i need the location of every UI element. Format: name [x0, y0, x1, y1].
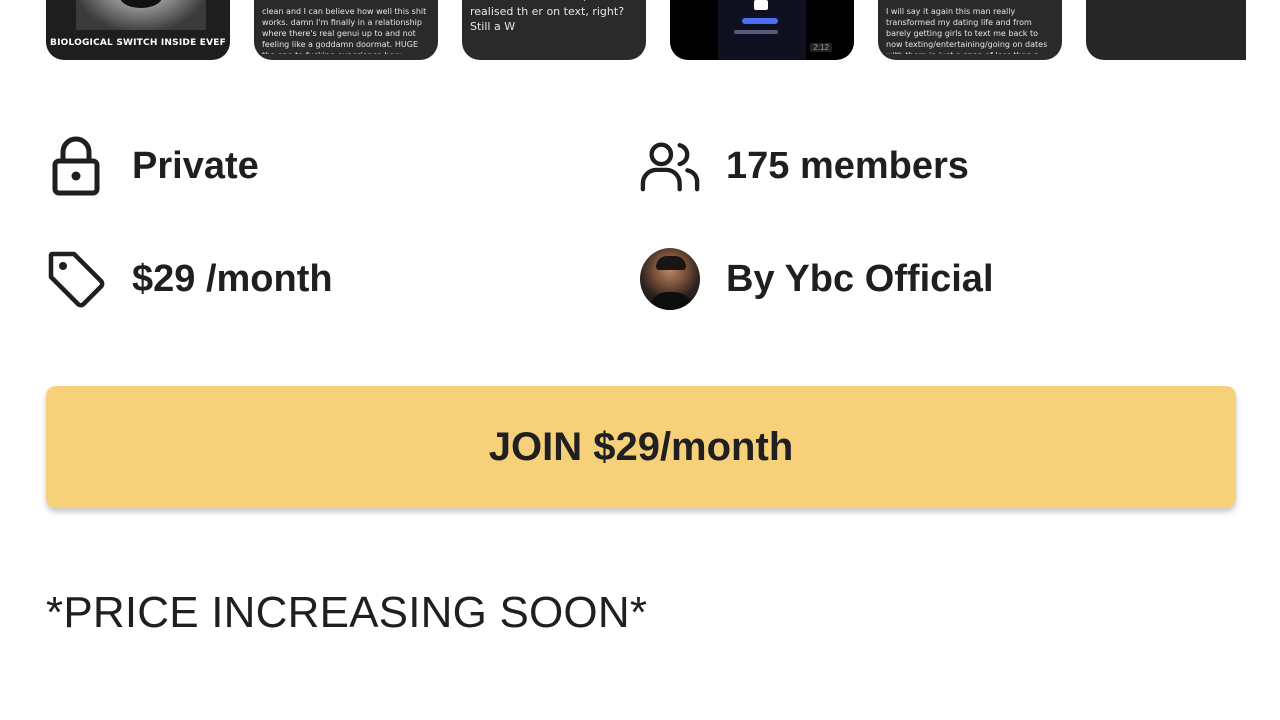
play-icon: [754, 0, 768, 10]
owner-info[interactable]: By Ybc Official: [640, 248, 994, 310]
thumbnail-text: n the interaction tho, I realised th er …: [470, 0, 625, 33]
owner-name[interactable]: By Ybc Official: [726, 258, 994, 301]
privacy-label: Private: [132, 144, 259, 187]
join-button[interactable]: JOIN $29/month: [46, 386, 1236, 508]
privacy-info: Private: [46, 135, 259, 197]
thumbnail-image: [76, 0, 206, 30]
chat-bubble-shape: [742, 18, 778, 24]
gallery-thumbnail-5[interactable]: I will say it again this man really tran…: [878, 0, 1062, 60]
tag-icon: [46, 248, 106, 310]
users-icon: [640, 135, 700, 197]
video-preview: [718, 0, 806, 60]
gallery-thumbnail-6[interactable]: [1086, 0, 1246, 60]
avatar-wrapper: [640, 248, 700, 310]
members-info: 175 members: [640, 135, 969, 197]
gallery-thumbnail-2[interactable]: clean and I can believe how well this sh…: [254, 0, 438, 60]
video-duration: 2:12: [810, 43, 832, 52]
gallery-thumbnail-3[interactable]: n the interaction tho, I realised th er …: [462, 0, 646, 60]
price-notice: *PRICE INCREASING SOON*: [46, 588, 648, 637]
lock-icon: [46, 135, 106, 197]
price-info: $29 /month: [46, 248, 333, 310]
gallery-thumbnail-4[interactable]: 2:12: [670, 0, 854, 60]
thumbnail-text: I will say it again this man really tran…: [886, 7, 1048, 54]
media-gallery: BIOLOGICAL SWITCH INSIDE EVEF clean and …: [46, 0, 1246, 60]
thumbnail-caption: BIOLOGICAL SWITCH INSIDE EVEF: [50, 38, 226, 48]
chat-bubble-shape: [734, 30, 778, 34]
price-label: $29 /month: [132, 257, 333, 300]
gallery-thumbnail-1[interactable]: BIOLOGICAL SWITCH INSIDE EVEF: [46, 0, 230, 60]
thumbnail-text: clean and I can believe how well this sh…: [262, 7, 427, 54]
avatar-hair: [656, 256, 686, 270]
avatar-shirt: [648, 292, 694, 310]
members-count: 175 members: [726, 144, 969, 187]
group-about-page: BIOLOGICAL SWITCH INSIDE EVEF clean and …: [0, 0, 1280, 720]
avatar[interactable]: [640, 248, 700, 310]
